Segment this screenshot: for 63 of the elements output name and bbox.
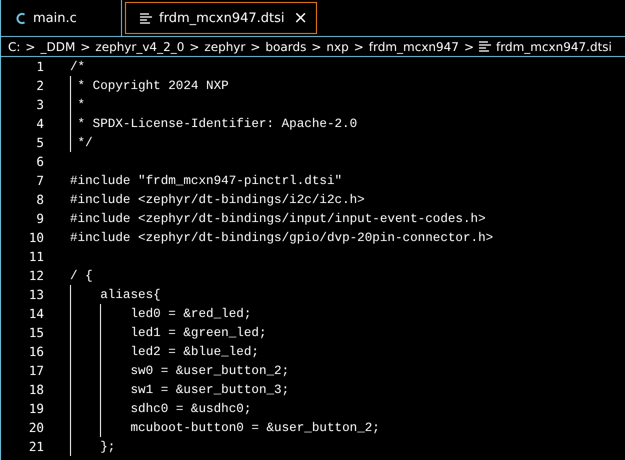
code-line: sw1 = &user_button_3; bbox=[130, 382, 290, 396]
line-number: 8 bbox=[35, 192, 44, 207]
code-line: sw0 = &user_button_2; bbox=[130, 364, 290, 378]
code-line: */ bbox=[78, 136, 93, 150]
breadcrumb-item[interactable]: _DDM bbox=[40, 40, 76, 54]
code-line: }; bbox=[100, 440, 116, 454]
line-number: 19 bbox=[28, 401, 44, 416]
line-number: 1 bbox=[35, 59, 44, 74]
line-number: 17 bbox=[28, 363, 44, 378]
line-number: 3 bbox=[35, 97, 44, 112]
code-line: mcuboot-button0 = &user_button_2; bbox=[130, 420, 380, 434]
code-line: led0 = &red_led; bbox=[130, 306, 252, 320]
line-number: 15 bbox=[28, 325, 44, 340]
breadcrumb-separator: > bbox=[25, 40, 36, 54]
line-number: 20 bbox=[28, 420, 44, 435]
line-number: 11 bbox=[28, 249, 44, 264]
line-number: 5 bbox=[35, 135, 44, 150]
code-line: * SPDX-License-Identifier: Apache-2.0 bbox=[78, 116, 358, 130]
c-file-icon bbox=[15, 12, 26, 24]
text-lines-icon bbox=[479, 41, 491, 52]
breadcrumb-item[interactable]: boards bbox=[265, 40, 306, 54]
line-number: 16 bbox=[28, 344, 44, 359]
text-lines-icon bbox=[140, 12, 152, 24]
tab-label: main.c bbox=[33, 10, 77, 26]
code-line: #include <zephyr/dt-bindings/i2c/i2c.h> bbox=[70, 192, 365, 206]
breadcrumb-separator: > bbox=[311, 40, 322, 54]
line-number: 10 bbox=[28, 230, 44, 245]
tab-label: frdm_mcxn947.dtsi bbox=[159, 10, 285, 26]
code-line: aliases{ bbox=[100, 288, 161, 302]
line-number: 6 bbox=[35, 154, 44, 169]
breadcrumb-separator: > bbox=[250, 40, 260, 54]
line-number: 14 bbox=[28, 306, 44, 321]
code-line: led2 = &blue_led; bbox=[130, 344, 259, 358]
code-line: #include <zephyr/dt-bindings/gpio/dvp-20pin-connector.h> bbox=[70, 230, 494, 244]
line-number: 9 bbox=[35, 211, 44, 226]
line-number: 4 bbox=[35, 116, 44, 131]
breadcrumb-item[interactable]: C: bbox=[8, 40, 20, 54]
code-line: led1 = &green_led; bbox=[130, 326, 267, 340]
code-line: /* bbox=[70, 60, 86, 74]
breadcrumb-item[interactable]: frdm_mcxn947.dtsi bbox=[496, 40, 612, 54]
breadcrumb-separator: > bbox=[80, 40, 90, 54]
breadcrumb-item[interactable]: zephyr_v4_2_0 bbox=[95, 40, 184, 54]
code-line: * bbox=[78, 98, 86, 112]
line-number: 21 bbox=[28, 439, 44, 454]
line-number: 13 bbox=[28, 287, 44, 302]
line-number: 7 bbox=[35, 173, 44, 188]
breadcrumb-separator: > bbox=[354, 40, 364, 54]
breadcrumb-item[interactable]: zephyr bbox=[204, 40, 246, 54]
code-line: #include <zephyr/dt-bindings/input/input-event-codes.h> bbox=[70, 212, 486, 226]
editor-tab[interactable]: frdm_mcxn947.dtsi × bbox=[125, 2, 317, 34]
code-line: sdhc0 = &usdhc0; bbox=[130, 402, 252, 416]
breadcrumb-separator: > bbox=[189, 40, 200, 54]
line-number: 12 bbox=[28, 268, 44, 283]
editor-tab[interactable]: main.c bbox=[1, 0, 122, 36]
breadcrumb-item[interactable]: frdm_mcxn947 bbox=[368, 40, 459, 54]
breadcrumb-item[interactable]: nxp bbox=[326, 40, 349, 54]
line-number: 2 bbox=[35, 78, 44, 93]
breadcrumb-separator: > bbox=[464, 40, 474, 54]
code-line: * Copyright 2024 NXP bbox=[78, 78, 229, 92]
code-line: #include "frdm_mcxn947-pinctrl.dtsi" bbox=[70, 174, 342, 188]
code-line: / { bbox=[70, 268, 93, 282]
line-number: 18 bbox=[28, 382, 44, 397]
close-button[interactable]: × bbox=[294, 10, 308, 26]
